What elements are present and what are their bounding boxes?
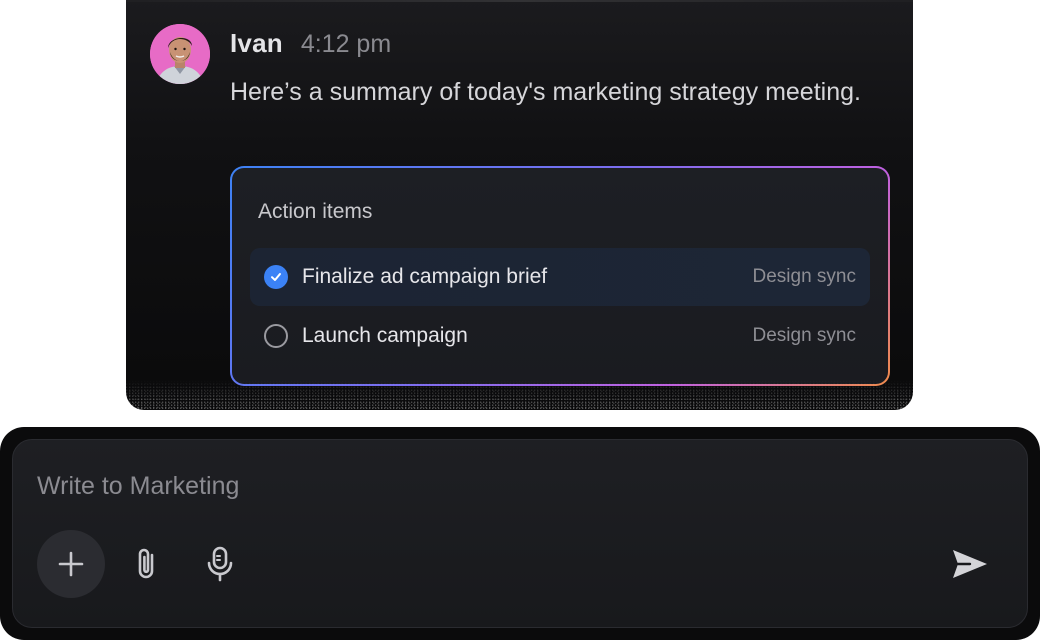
message-card: Ivan 4:12 pm Here’s a summary of today's… (126, 0, 913, 410)
send-button[interactable] (948, 542, 992, 586)
send-icon (953, 550, 987, 578)
message-timestamp: 4:12 pm (300, 30, 392, 58)
plus-icon (58, 551, 84, 577)
microphone-icon (207, 546, 233, 582)
action-items-card: Action items Finalize ad campaign brief … (230, 166, 890, 386)
message-text: Here’s a summary of today's marketing st… (230, 78, 861, 106)
action-item-tag: Design sync (752, 325, 857, 346)
action-item-label: Launch campaign (302, 324, 468, 347)
message-input[interactable] (37, 472, 837, 501)
add-button[interactable] (37, 530, 105, 598)
noise-fade (126, 380, 913, 410)
paperclip-icon (138, 548, 154, 579)
composer-frame (0, 427, 1040, 640)
voice-button[interactable] (200, 544, 240, 584)
action-item-label: Finalize ad campaign brief (302, 265, 548, 288)
action-item[interactable]: Launch campaign Design sync (250, 307, 870, 365)
unchecked-circle-icon[interactable] (264, 324, 288, 348)
action-item-tag: Design sync (752, 266, 857, 287)
checked-circle-icon[interactable] (264, 265, 288, 289)
message-header: Ivan 4:12 pm (230, 28, 391, 59)
sender-name[interactable]: Ivan (230, 28, 283, 59)
action-item[interactable]: Finalize ad campaign brief Design sync (250, 248, 870, 306)
action-items-title: Action items (258, 200, 373, 223)
action-items-panel: Action items Finalize ad campaign brief … (232, 168, 888, 384)
avatar[interactable] (150, 24, 210, 84)
composer (12, 439, 1028, 628)
stage: Ivan 4:12 pm Here’s a summary of today's… (0, 0, 1040, 641)
attach-button[interactable] (128, 544, 168, 584)
